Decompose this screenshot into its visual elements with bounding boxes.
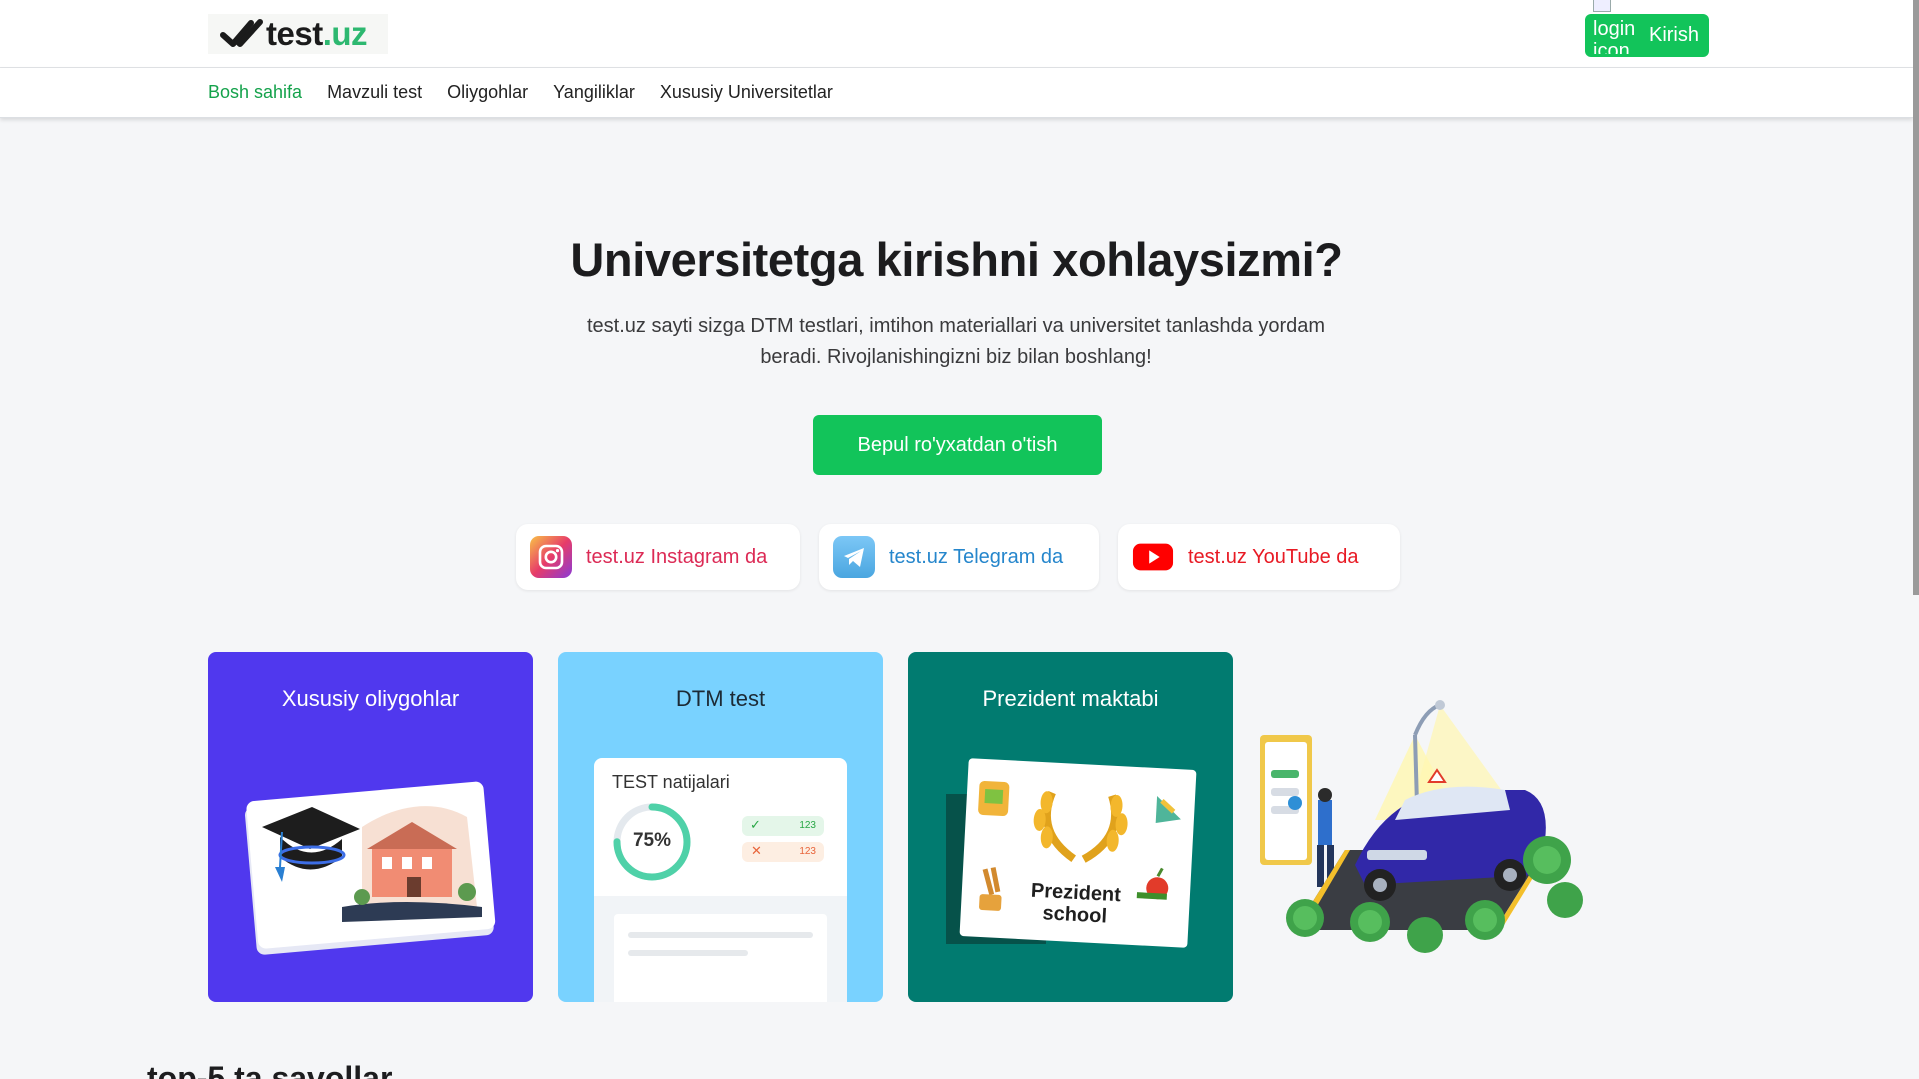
instagram-icon: [530, 536, 572, 578]
check-icon: ✓: [750, 817, 761, 832]
card-dtm-test[interactable]: DTM test TEST natijalari 75% ✓ 123 ✕ 123: [558, 652, 883, 1002]
login-button[interactable]: login icon Kirish: [1585, 14, 1709, 57]
nav-item-bosh-sahifa[interactable]: Bosh sahifa: [208, 82, 302, 103]
youtube-link[interactable]: test.uz YouTube da: [1118, 524, 1400, 590]
next-section-title: top-5 ta savollar: [147, 1060, 393, 1079]
card-prezident-maktabi[interactable]: Prezident maktabi Prezident school: [908, 652, 1233, 1002]
panel-footer: [594, 896, 847, 1002]
youtube-label: test.uz YouTube da: [1188, 545, 1359, 568]
progress-percent: 75%: [632, 830, 672, 851]
prezident-school-badge: Prezident school: [959, 758, 1197, 948]
main-nav: Bosh sahifa Mavzuli test Oliygohlar Yang…: [0, 68, 1913, 118]
wrong-count: 123: [799, 846, 816, 857]
wrong-row: ✕ 123: [742, 842, 824, 862]
login-image-icon: [1593, 0, 1611, 12]
card-title: Prezident maktabi: [982, 686, 1159, 711]
site-logo[interactable]: test.uz: [208, 14, 388, 54]
hero-subtitle: test.uz sayti sizga DTM testlari, imtiho…: [586, 315, 1326, 368]
logo-text: test.uz: [266, 15, 368, 52]
register-button[interactable]: Bepul ro'yxatdan o'tish: [813, 415, 1102, 475]
login-label: Kirish: [1648, 24, 1699, 46]
telegram-link[interactable]: test.uz Telegram da: [819, 524, 1099, 590]
telegram-label: test.uz Telegram da: [889, 545, 1064, 568]
test-results-title: TEST natijalari: [612, 772, 730, 792]
checkmark-logo-icon: [220, 19, 263, 47]
top-header: test.uz login icon Kirish: [0, 0, 1913, 68]
instagram-label: test.uz Instagram da: [586, 545, 768, 568]
university-illustration: [245, 781, 496, 955]
card-title: DTM test: [675, 686, 766, 711]
login-icon-alt-text: login icon: [1593, 18, 1636, 54]
hero-title: Universitetga kirishni xohlaysizmi?: [570, 233, 1343, 286]
card-title: Xususiy oliygohlar: [281, 686, 460, 711]
cross-icon: ✕: [751, 843, 762, 858]
nav-item-oliygohlar[interactable]: Oliygohlar: [447, 82, 528, 103]
telegram-icon: [833, 536, 875, 578]
page-scrollbar[interactable]: [1913, 0, 1919, 595]
driving-school-illustration: [1260, 700, 1583, 953]
test-results-panel: TEST natijalari 75% ✓ 123 ✕ 123: [594, 758, 847, 1002]
correct-count: 123: [799, 820, 816, 831]
instagram-link[interactable]: test.uz Instagram da: [516, 524, 800, 590]
nav-item-yangiliklar[interactable]: Yangiliklar: [553, 82, 635, 103]
correct-row: ✓ 123: [742, 816, 824, 836]
youtube-icon: [1132, 536, 1174, 578]
nav-item-mavzuli-test[interactable]: Mavzuli test: [327, 82, 422, 103]
card-xususiy-oliygohlar[interactable]: Xususiy oliygohlar: [208, 652, 533, 1002]
nav-item-xususiy-universitetlar[interactable]: Xususiy Universitetlar: [660, 82, 833, 103]
